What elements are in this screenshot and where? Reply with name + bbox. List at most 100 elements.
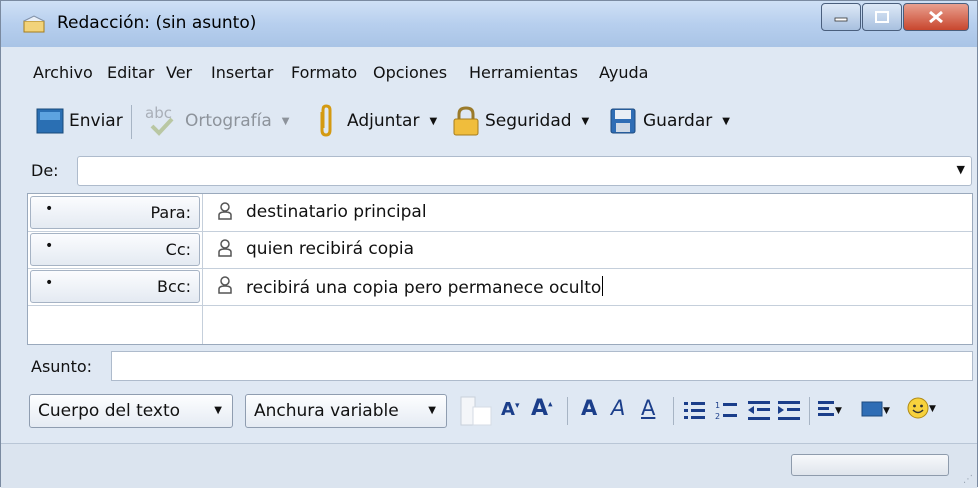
send-button[interactable]: Enviar [35, 97, 123, 145]
recipient-type-select[interactable]: • Para: [30, 196, 200, 229]
increase-font-size-button[interactable]: A▴ [531, 396, 553, 421]
menu-ayuda[interactable]: Ayuda [599, 63, 648, 82]
insert-menu-button[interactable]: ▼ [861, 399, 890, 424]
font-select[interactable]: Anchura variable ▼ [245, 394, 447, 428]
bulleted-list-icon[interactable] [683, 399, 707, 421]
menu-insertar[interactable]: Insertar [211, 63, 273, 82]
paragraph-style-value: Cuerpo del texto [38, 401, 181, 421]
subject-input[interactable] [111, 351, 973, 381]
menu-ver[interactable]: Ver [166, 63, 192, 82]
spelling-label: Ortografía [185, 111, 272, 131]
recipient-type-label: Para: [150, 203, 191, 222]
person-icon [218, 239, 232, 257]
chevron-down-icon: ▼ [956, 163, 965, 176]
outdent-icon[interactable] [747, 399, 771, 421]
align-left-icon [818, 401, 834, 416]
resize-grip-icon[interactable]: ⋰ [963, 474, 973, 485]
save-label: Guardar [643, 111, 713, 131]
menu-herramientas[interactable]: Herramientas [469, 63, 578, 82]
format-toolbar: Cuerpo del texto ▼ Anchura variable ▼ A▾… [27, 389, 977, 433]
progress-bar [791, 454, 949, 476]
recipient-type-select[interactable]: • Bcc: [30, 270, 200, 303]
text-caret [602, 276, 604, 296]
toolbar-separator [567, 397, 568, 425]
status-bar: ⋰ [1, 443, 977, 488]
italic-button[interactable]: A [611, 396, 625, 420]
indent-icon[interactable] [777, 399, 801, 421]
recipient-address-input[interactable]: recibirá una copia pero permanece oculto [246, 276, 604, 298]
smiley-icon [907, 397, 929, 419]
menu-archivo[interactable]: Archivo [33, 63, 93, 82]
compose-window: Redacción: (sin asunto) Archivo Editar V… [0, 0, 978, 488]
spellcheck-icon: abc [143, 104, 183, 138]
numbered-list-icon[interactable]: 1 2 [715, 399, 739, 421]
recipient-row-empty[interactable] [28, 305, 972, 344]
dropdown-bullet-icon: • [45, 238, 54, 254]
attach-dropdown-icon[interactable]: ▼ [429, 116, 437, 127]
minimize-icon [834, 17, 848, 22]
recipient-address-input[interactable]: destinatario principal [246, 202, 427, 222]
from-select[interactable]: ▼ [77, 156, 972, 186]
subject-row: Asunto: [1, 347, 977, 385]
spelling-button[interactable]: abc Ortografía ▼ [143, 97, 289, 145]
divider [202, 194, 203, 231]
insert-image-icon [861, 401, 883, 417]
chevron-down-icon: ▼ [835, 406, 842, 416]
recipient-type-label: Bcc: [157, 277, 191, 296]
security-label: Seguridad [485, 111, 572, 131]
maximize-button[interactable] [862, 3, 902, 31]
dropdown-bullet-icon: • [45, 275, 54, 291]
menu-bar: Archivo Editar Ver Insertar Formato Opci… [1, 59, 977, 89]
text-color-picker-icon[interactable] [459, 395, 495, 429]
bold-button[interactable]: A [581, 396, 597, 420]
underline-button[interactable]: A [641, 396, 655, 420]
recipient-row: • Cc: quien recibirá copia [28, 231, 972, 269]
svg-text:1: 1 [715, 401, 720, 410]
window-title: Redacción: (sin asunto) [57, 13, 257, 33]
chevron-down-icon: ▼ [214, 405, 222, 416]
minimize-button[interactable] [821, 3, 861, 31]
font-value: Anchura variable [254, 401, 399, 421]
chevron-down-icon: ▼ [929, 404, 936, 414]
lock-icon [453, 106, 479, 136]
decrease-font-size-button[interactable]: A▾ [501, 399, 519, 420]
recipients-list: • Para: destinatario principal • Cc: qui… [27, 193, 973, 345]
from-row: De: ▼ [1, 151, 977, 191]
subject-label: Asunto: [31, 357, 93, 376]
divider [202, 268, 203, 305]
toolbar-separator [809, 397, 810, 425]
attach-button[interactable]: Adjuntar ▼ [315, 97, 437, 145]
person-icon [218, 276, 232, 294]
paperclip-icon [320, 104, 332, 137]
chevron-down-icon: ▼ [428, 405, 436, 416]
compose-app-icon [23, 15, 45, 33]
from-label: De: [31, 161, 59, 180]
menu-formato[interactable]: Formato [291, 63, 357, 82]
save-button[interactable]: Guardar ▼ [609, 97, 730, 145]
chevron-down-icon: ▼ [883, 406, 890, 416]
floppy-disk-icon [610, 108, 636, 134]
recipient-type-select[interactable]: • Cc: [30, 233, 200, 266]
recipient-address-input[interactable]: quien recibirá copia [246, 239, 414, 259]
recipient-row: • Para: destinatario principal [28, 194, 972, 232]
dropdown-bullet-icon: • [45, 201, 54, 217]
recipient-address-text: recibirá una copia pero permanece oculto [246, 278, 602, 298]
toolbar-separator [131, 105, 132, 139]
security-dropdown-icon[interactable]: ▼ [582, 116, 590, 127]
paragraph-style-select[interactable]: Cuerpo del texto ▼ [29, 394, 233, 428]
close-button[interactable] [903, 3, 969, 31]
menu-editar[interactable]: Editar [107, 63, 154, 82]
title-bar: Redacción: (sin asunto) [1, 1, 977, 47]
recipient-type-label: Cc: [165, 240, 191, 259]
recipient-row: • Bcc: recibirá una copia pero permanece… [28, 268, 972, 306]
divider [202, 231, 203, 268]
smiley-menu-button[interactable]: ▼ [907, 397, 936, 424]
menu-opciones[interactable]: Opciones [373, 63, 447, 82]
send-icon [36, 108, 64, 134]
toolbar-separator [673, 397, 674, 425]
save-dropdown-icon[interactable]: ▼ [722, 116, 730, 127]
divider [202, 305, 203, 344]
security-button[interactable]: Seguridad ▼ [451, 97, 589, 145]
align-menu-button[interactable]: ▼ [817, 399, 842, 424]
spelling-dropdown-icon[interactable]: ▼ [282, 116, 290, 127]
